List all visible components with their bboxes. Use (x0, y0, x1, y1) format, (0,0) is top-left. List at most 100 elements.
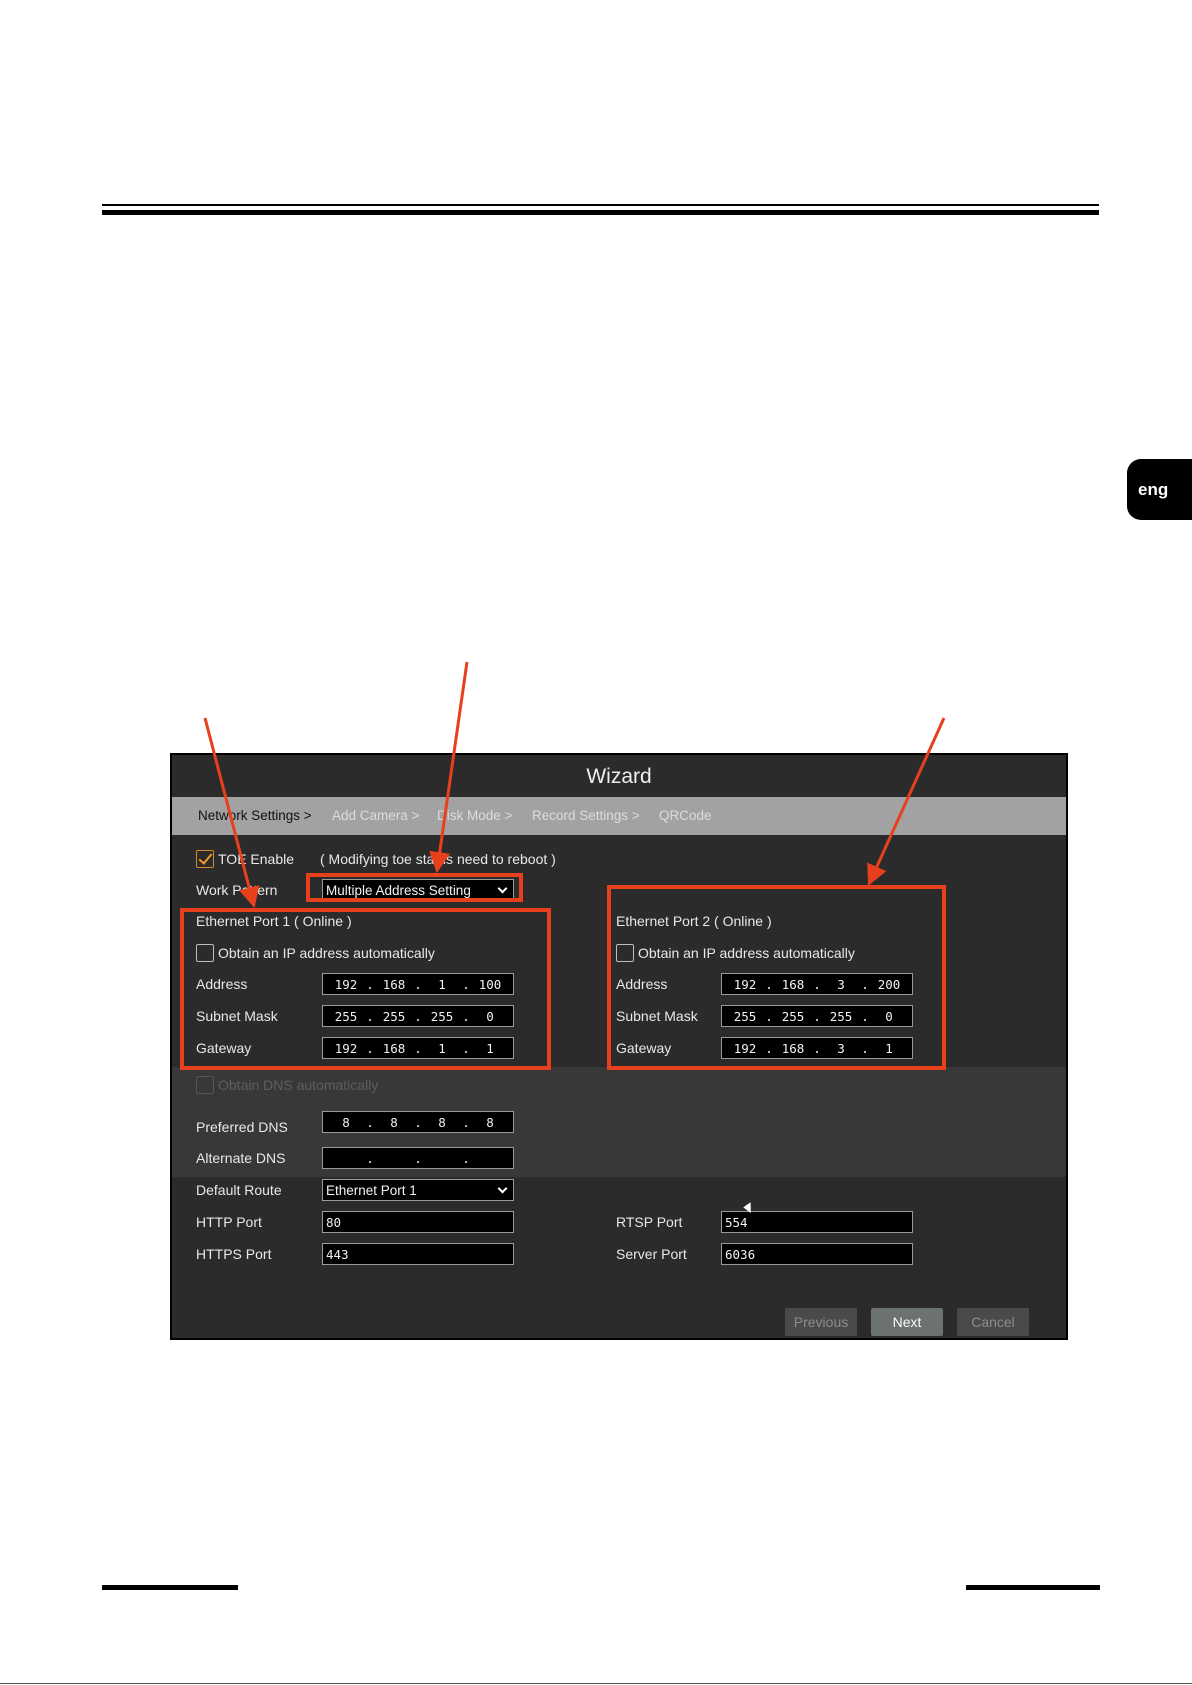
step-record-settings[interactable]: Record Settings > (532, 808, 640, 823)
octet: 255 (334, 1009, 358, 1024)
dot: . (462, 1009, 470, 1024)
port2-gateway-input[interactable]: 192 . 168 . 3 . 1 (721, 1037, 913, 1059)
dot: . (462, 1115, 470, 1130)
toe-reboot-note: ( Modifying toe status need to reboot ) (320, 851, 556, 867)
octet: 168 (382, 977, 406, 992)
step-network-settings[interactable]: Network Settings > (198, 808, 312, 823)
https-port-value: 443 (326, 1247, 349, 1262)
work-pattern-label: Work Pattern (196, 882, 278, 898)
default-route-select[interactable]: Ethernet Port 1 (322, 1179, 514, 1201)
dot: . (414, 1151, 422, 1166)
dot: . (366, 1115, 374, 1130)
chevron-down-icon (497, 1183, 508, 1194)
next-button[interactable]: Next (871, 1308, 943, 1336)
http-port-label: HTTP Port (196, 1214, 262, 1230)
http-port-input[interactable]: 80 (322, 1211, 514, 1233)
octet: 8 (486, 1115, 494, 1130)
octet: 168 (781, 1041, 805, 1056)
default-route-label: Default Route (196, 1182, 282, 1198)
dot: . (462, 1041, 470, 1056)
rtsp-port-label: RTSP Port (616, 1214, 683, 1230)
dot: . (813, 1041, 821, 1056)
previous-button[interactable]: Previous (785, 1308, 857, 1336)
port2-address-label: Address (616, 976, 668, 992)
dns-auto-label: Obtain DNS automatically (218, 1077, 379, 1093)
dot: . (861, 1009, 869, 1024)
wizard-title: Wizard (586, 765, 652, 788)
dot: . (366, 977, 374, 992)
octet: 1 (885, 1041, 893, 1056)
port1-mask-input[interactable]: 255 . 255 . 255 . 0 (322, 1005, 514, 1027)
port2-address-input[interactable]: 192 . 168 . 3 . 200 (721, 973, 913, 995)
header-rule-thick (102, 210, 1099, 215)
dot: . (813, 1009, 821, 1024)
dot: . (861, 1041, 869, 1056)
dot: . (414, 977, 422, 992)
dot: . (462, 977, 470, 992)
alternate-dns-input[interactable]: . . . (322, 1147, 514, 1169)
alternate-dns-label: Alternate DNS (196, 1150, 286, 1166)
dot: . (813, 977, 821, 992)
dot: . (765, 977, 773, 992)
octet: 1 (438, 977, 446, 992)
https-port-input[interactable]: 443 (322, 1243, 514, 1265)
toe-enable-checkbox[interactable] (196, 850, 214, 868)
octet: 8 (342, 1115, 350, 1130)
octet: 255 (430, 1009, 454, 1024)
dns-auto-checkbox[interactable] (196, 1076, 214, 1094)
port1-address-input[interactable]: 192 . 168 . 1 . 100 (322, 973, 514, 995)
server-port-value: 6036 (725, 1247, 756, 1262)
port1-title: Ethernet Port 1 ( Online ) (196, 913, 352, 929)
work-pattern-value: Multiple Address Setting (326, 883, 471, 898)
server-port-label: Server Port (616, 1246, 687, 1262)
octet: 192 (733, 1041, 757, 1056)
octet: 200 (877, 977, 901, 992)
dot: . (414, 1041, 422, 1056)
https-port-label: HTTPS Port (196, 1246, 272, 1262)
rtsp-port-value: 554 (725, 1215, 748, 1230)
port1-gateway-input[interactable]: 192 . 168 . 1 . 1 (322, 1037, 514, 1059)
port2-gateway-label: Gateway (616, 1040, 672, 1056)
port2-mask-input[interactable]: 255 . 255 . 255 . 0 (721, 1005, 913, 1027)
preferred-dns-input[interactable]: 8 . 8 . 8 . 8 (322, 1111, 514, 1133)
page-bottom-line (0, 1683, 1192, 1684)
step-add-camera[interactable]: Add Camera > (332, 808, 419, 823)
octet: 8 (390, 1115, 398, 1130)
octet: 0 (885, 1009, 893, 1024)
dot: . (462, 1151, 470, 1166)
rtsp-port-input[interactable]: 554 (721, 1211, 913, 1233)
port1-gateway-label: Gateway (196, 1040, 252, 1056)
toe-enable-label: TOE Enable (218, 851, 295, 867)
port1-address-label: Address (196, 976, 248, 992)
preferred-dns-label: Preferred DNS (196, 1119, 288, 1135)
step-qrcode[interactable]: QRCode (659, 808, 712, 823)
octet: 255 (733, 1009, 757, 1024)
work-pattern-select[interactable]: Multiple Address Setting (322, 879, 514, 901)
cancel-button[interactable]: Cancel (957, 1308, 1029, 1336)
wizard-step-bar: Network Settings > Add Camera > Disk Mod… (172, 797, 1066, 835)
chevron-down-icon (497, 883, 508, 894)
octet: 0 (486, 1009, 494, 1024)
dot: . (414, 1115, 422, 1130)
dot: . (366, 1041, 374, 1056)
server-port-input[interactable]: 6036 (721, 1243, 913, 1265)
octet: 168 (382, 1041, 406, 1056)
port2-title: Ethernet Port 2 ( Online ) (616, 913, 772, 929)
footer-rule-left (102, 1585, 238, 1590)
port1-auto-ip-checkbox[interactable] (196, 944, 214, 962)
octet: 255 (781, 1009, 805, 1024)
octet: 255 (829, 1009, 853, 1024)
step-disk-mode[interactable]: Disk Mode > (437, 808, 512, 823)
dot: . (366, 1151, 374, 1166)
octet: 192 (733, 977, 757, 992)
port2-auto-ip-checkbox[interactable] (616, 944, 634, 962)
octet: 100 (478, 977, 502, 992)
port1-auto-ip-label: Obtain an IP address automatically (218, 945, 435, 961)
octet: 8 (438, 1115, 446, 1130)
dot: . (861, 977, 869, 992)
octet: 192 (334, 977, 358, 992)
header-rule-thin (102, 204, 1099, 206)
dot: . (765, 1009, 773, 1024)
octet: 1 (486, 1041, 494, 1056)
octet: 3 (837, 977, 845, 992)
